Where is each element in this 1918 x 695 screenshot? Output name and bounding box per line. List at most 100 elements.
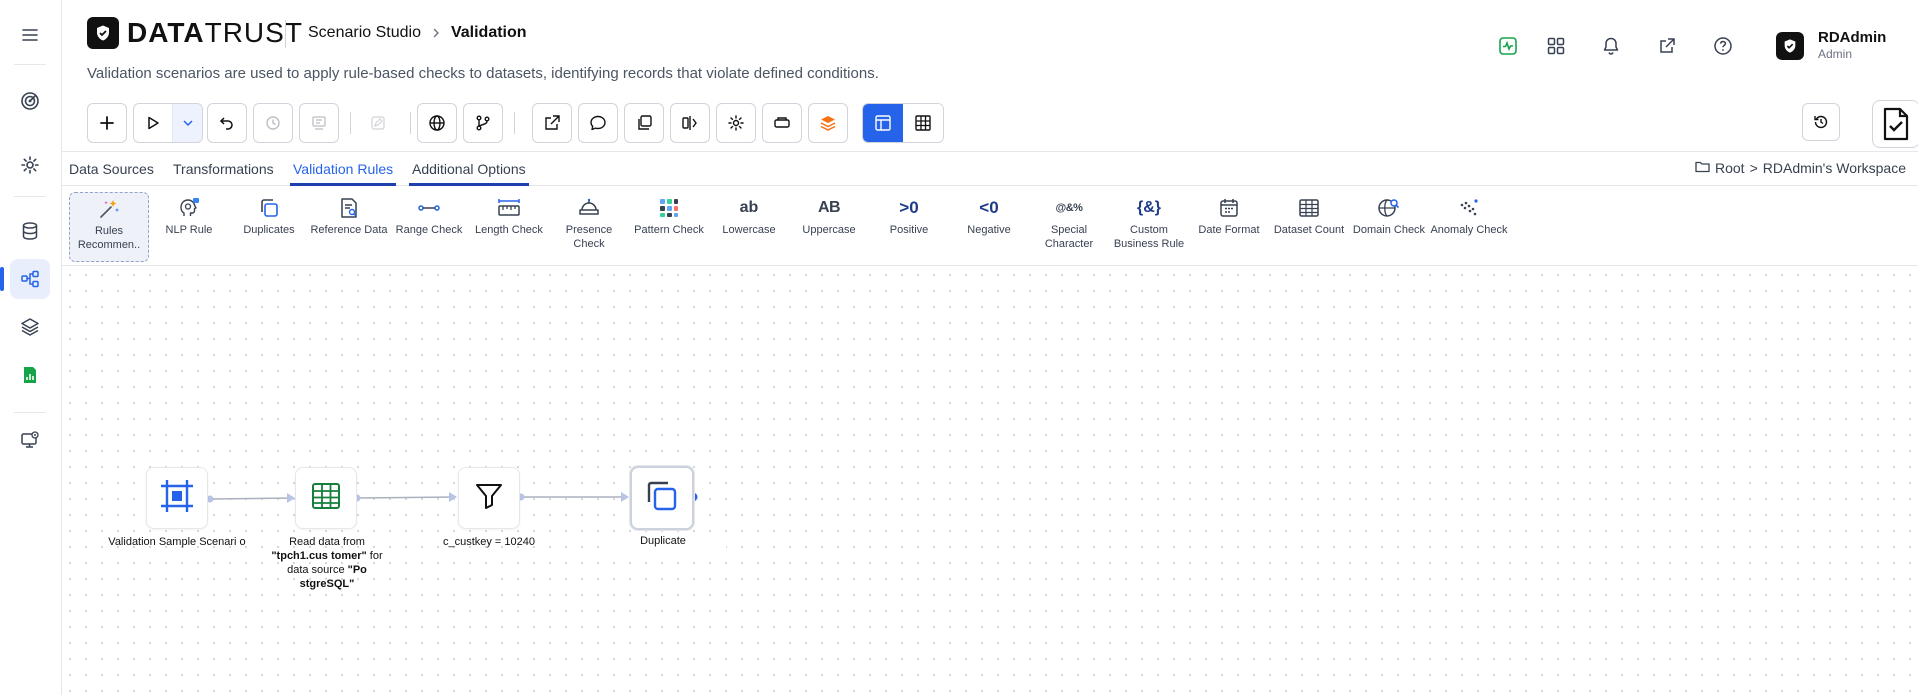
palette-item-presence-check[interactable]: Presence Check [549,192,629,262]
help-icon[interactable] [1709,32,1737,60]
stack-layers-icon[interactable] [808,103,848,143]
layers-icon[interactable] [10,307,50,347]
palette-item-length-check[interactable]: Length Check [469,192,549,262]
edge-source-to-filter[interactable] [353,492,458,502]
calendar-icon [1215,194,1243,222]
table-icon [310,480,342,517]
scenario-frame-icon [157,476,197,521]
view-toggle [862,103,944,143]
duplicate-icon [255,194,283,222]
workspace-separator: > [1749,160,1758,176]
package-icon[interactable] [762,103,802,143]
node-filter[interactable] [458,467,520,529]
palette-label: Duplicates [243,224,295,236]
comment-icon[interactable] [578,103,618,143]
palette-item-lowercase[interactable]: ab Lowercase [709,192,789,262]
palette-item-negative[interactable]: <0 Negative [949,192,1029,262]
palette-label: Dataset Count [1273,224,1345,236]
history-icon[interactable] [253,103,293,143]
tab-transformations[interactable]: Transformations [173,158,274,186]
report-chart-icon[interactable] [10,355,50,395]
uppercase-glyph: AB [817,199,841,216]
palette-label: Date Format [1198,224,1260,236]
schedule-icon[interactable] [299,103,339,143]
grid-view-icon[interactable] [902,104,943,142]
undo-icon[interactable] [207,103,247,143]
node-scenario[interactable] [146,467,208,529]
validate-document-icon[interactable] [1872,100,1918,148]
logo-shield-icon [87,17,119,49]
main-toolbar [62,90,1918,152]
palette-item-duplicates[interactable]: Duplicates [229,192,309,262]
workspace-root[interactable]: Root [1715,160,1745,176]
copy-icon[interactable] [624,103,664,143]
palette-item-domain-check[interactable]: Domain Check [1349,192,1429,262]
flow-canvas[interactable]: Validation Sample Scenari o Read data fr… [62,267,1918,695]
database-icon[interactable] [10,211,50,251]
toolbar-separator [514,112,515,134]
edge-scenario-to-source[interactable] [206,493,296,503]
scenario-flow-icon[interactable] [0,259,50,299]
source-label-prefix: Read data from [289,536,365,548]
workspace-breadcrumb[interactable]: Root > RDAdmin's Workspace [1695,160,1906,176]
workspace-name[interactable]: RDAdmin's Workspace [1763,160,1906,176]
canvas-view-icon[interactable] [863,104,903,142]
palette-label: Negative [967,224,1011,236]
special-char-glyph: @&% [1055,202,1083,214]
tab-validation-rules[interactable]: Validation Rules [290,158,397,186]
activity-monitor-icon[interactable] [1494,32,1522,60]
palette-item-reference-data[interactable]: Reference Data [309,192,389,262]
page-subtitle: Validation scenarios are used to apply r… [87,65,879,82]
export-icon[interactable] [532,103,572,143]
special-char-icon: @&% [1055,194,1083,222]
palette-item-nlp-rule[interactable]: NLP Rule [149,192,229,262]
tab-data-sources[interactable]: Data Sources [69,158,154,186]
edit-pencil-icon[interactable] [358,103,398,143]
palette-item-range-check[interactable]: Range Check [389,192,469,262]
run-split-button[interactable] [133,103,203,143]
rules-palette: Rules Recommen.. NLP Rule Duplicates Ref… [62,186,1918,266]
positive-glyph: >0 [899,198,919,217]
breadcrumb-scenario-studio[interactable]: Scenario Studio [308,22,421,44]
external-link-icon[interactable] [1653,32,1681,60]
palette-item-rules-recommendation[interactable]: Rules Recommen.. [69,192,149,262]
palette-item-custom-business-rule[interactable]: {&} Custom Business Rule [1109,192,1189,262]
version-history-icon[interactable] [1802,103,1840,141]
palette-item-uppercase[interactable]: AB Uppercase [789,192,869,262]
user-avatar[interactable] [1776,32,1804,60]
gear-icon[interactable] [716,103,756,143]
palette-item-date-format[interactable]: Date Format [1189,192,1269,262]
chevron-down-icon[interactable] [173,104,202,142]
add-icon[interactable] [87,103,127,143]
logo-text: DATATRUST [127,17,303,48]
compare-icon[interactable] [670,103,710,143]
palette-item-anomaly-check[interactable]: Anomaly Check [1429,192,1509,262]
range-icon [415,194,443,222]
apps-grid-icon[interactable] [1542,32,1570,60]
user-name[interactable]: RDAdmin [1818,29,1886,46]
globe-search-icon [1375,194,1403,222]
notifications-bell-icon[interactable] [1597,32,1625,60]
target-icon[interactable] [10,81,50,121]
node-data-source-label: Read data from "tpch1.cus tomer" for dat… [260,535,394,591]
scatter-icon [1455,194,1483,222]
palette-label: Special Character [1044,224,1094,250]
duplicate-icon [643,477,681,520]
tab-additional-options[interactable]: Additional Options [409,158,529,186]
monitor-settings-icon[interactable] [10,420,50,460]
branch-icon[interactable] [463,103,503,143]
brain-gear-icon [175,194,203,222]
settings-gear-icon[interactable] [10,145,50,185]
palette-item-positive[interactable]: >0 Positive [869,192,949,262]
positive-icon: >0 [895,194,923,222]
node-data-source[interactable] [295,467,357,529]
edge-filter-to-duplicate[interactable] [517,492,630,502]
palette-item-special-character[interactable]: @&% Special Character [1029,192,1109,262]
play-icon[interactable] [134,104,174,142]
palette-item-pattern-check[interactable]: Pattern Check [629,192,709,262]
globe-icon[interactable] [417,103,457,143]
node-duplicate-label: Duplicate [600,533,726,559]
palette-item-dataset-count[interactable]: Dataset Count [1269,192,1349,262]
menu-icon[interactable] [10,15,50,55]
node-duplicate[interactable] [630,466,694,530]
